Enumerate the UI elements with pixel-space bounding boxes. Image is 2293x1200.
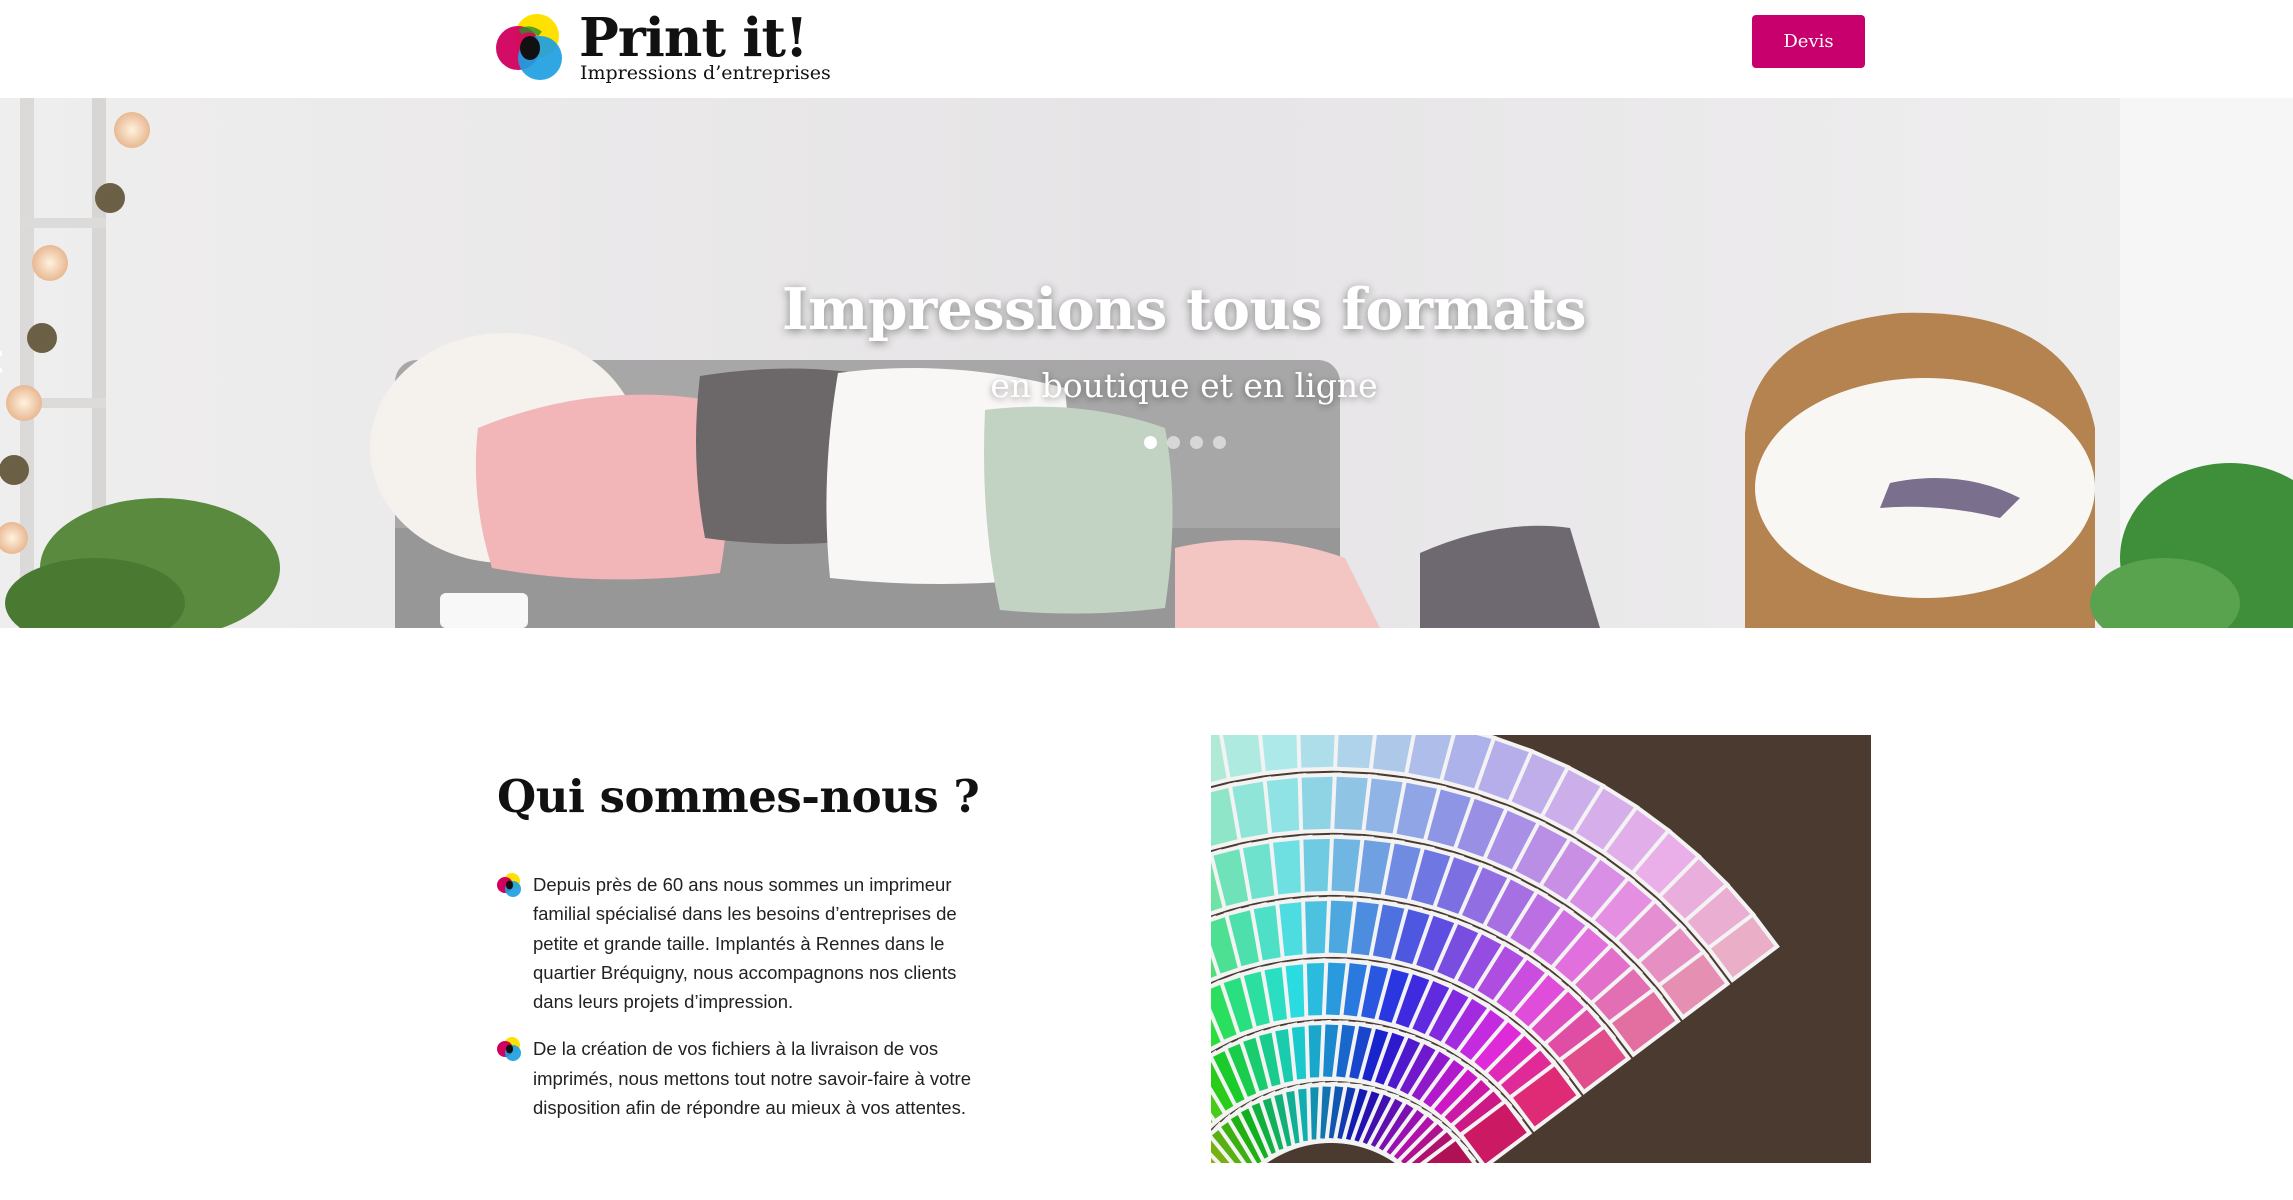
about-paragraph-2: De la création de vos fichiers à la livr… xyxy=(533,1038,972,1119)
hero-title: Impressions tous formats xyxy=(781,276,1587,343)
chevron-left-icon[interactable]: ‹ xyxy=(0,330,26,390)
cmyk-circles-logo-icon xyxy=(496,14,562,80)
slider-dot-2[interactable] xyxy=(1167,436,1180,449)
list-item: De la création de vos fichiers à la livr… xyxy=(497,1034,987,1122)
list-item: Depuis près de 60 ans nous sommes un imp… xyxy=(497,870,987,1016)
slider-pagination xyxy=(1144,436,1226,449)
about-list: Depuis près de 60 ans nous sommes un imp… xyxy=(497,870,987,1140)
site-header: Print it! Impressions d’entreprises Devi… xyxy=(0,0,2293,98)
cmyk-circles-icon xyxy=(497,1037,521,1062)
about-paragraph-1: Depuis près de 60 ans nous sommes un imp… xyxy=(533,874,957,1013)
slider-dot-1[interactable] xyxy=(1144,436,1157,449)
logo-link[interactable]: Print it! Impressions d’entreprises xyxy=(496,7,831,88)
slider-dot-4[interactable] xyxy=(1213,436,1226,449)
color-swatches-illustration xyxy=(1211,735,1871,1163)
brand-tagline: Impressions d’entreprises xyxy=(580,62,831,84)
hero-living-room-image xyxy=(0,98,2293,628)
about-title: Qui sommes-nous ? xyxy=(497,770,980,823)
devis-button[interactable]: Devis xyxy=(1752,15,1865,68)
hero-slider: Impressions tous formats en boutique et … xyxy=(0,98,2293,628)
slider-dot-3[interactable] xyxy=(1190,436,1203,449)
cmyk-circles-icon xyxy=(497,873,521,897)
color-swatches-image xyxy=(1211,735,1871,1163)
hero-subtitle: en boutique et en ligne xyxy=(990,366,1378,405)
